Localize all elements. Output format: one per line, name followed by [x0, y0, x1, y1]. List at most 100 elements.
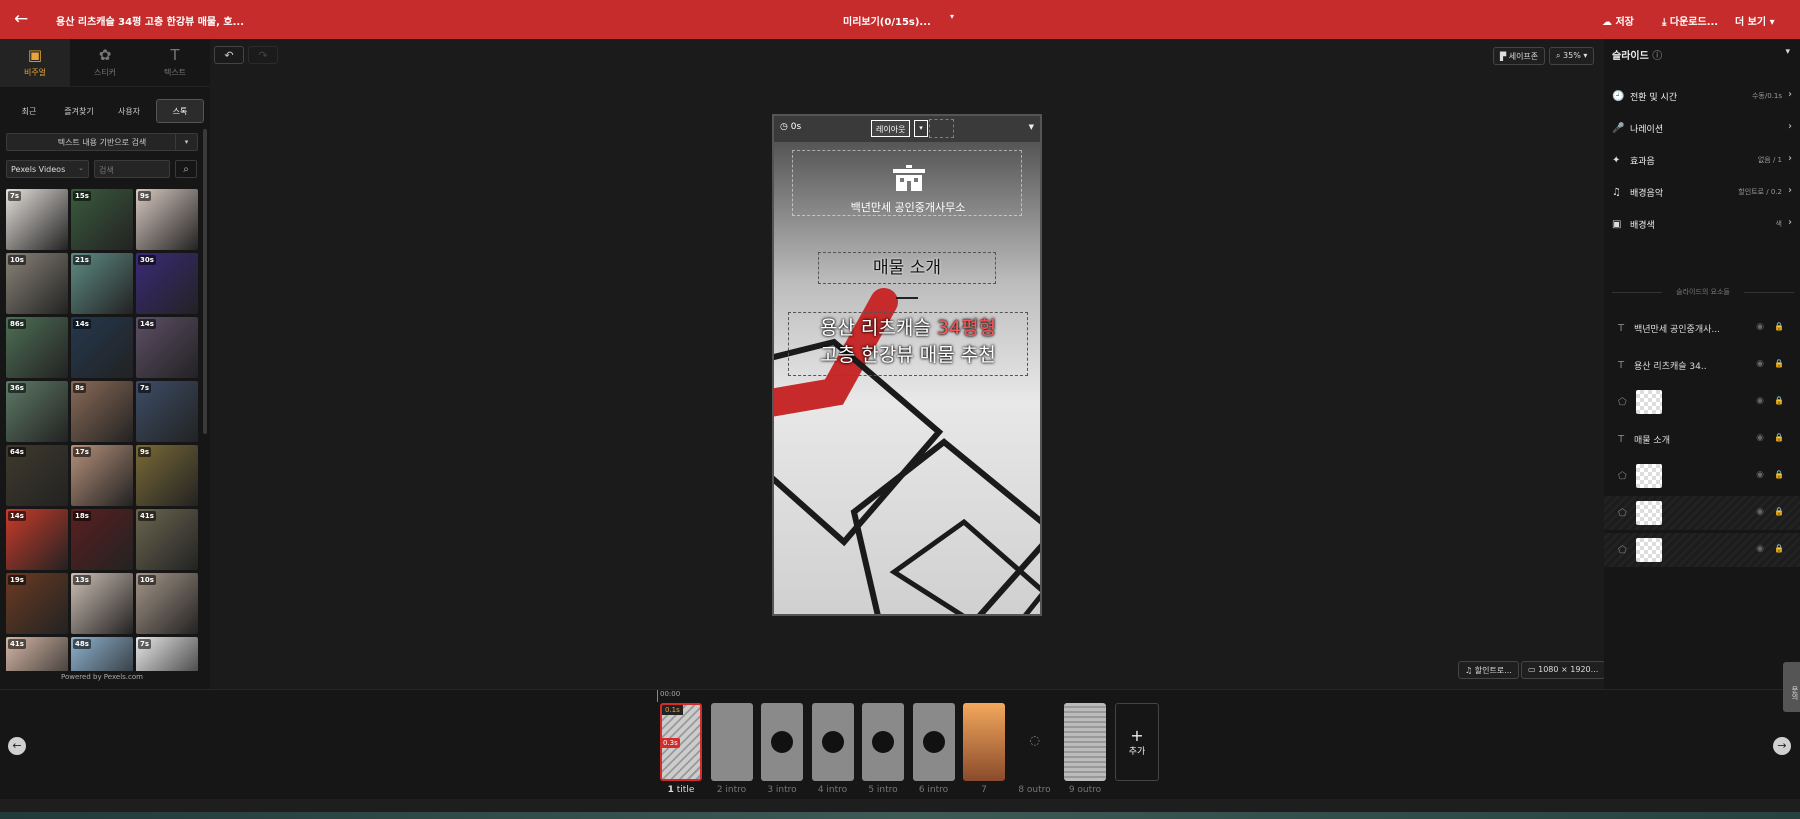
- element-row[interactable]: ⬠ ◉ 🔒: [1604, 459, 1800, 493]
- video-thumbnail[interactable]: 9s: [136, 445, 198, 506]
- subtab-recent[interactable]: 최근: [6, 99, 52, 123]
- eye-icon[interactable]: ◉: [1756, 322, 1764, 332]
- element-row[interactable]: T 용산 리츠캐슬 34.. ◉ 🔒: [1604, 348, 1800, 382]
- layout-button[interactable]: 레이아웃: [871, 120, 911, 137]
- lock-icon[interactable]: 🔒: [1774, 359, 1784, 368]
- help-icon[interactable]: ⓘ: [1652, 51, 1662, 62]
- slide-clip[interactable]: [761, 703, 803, 781]
- intro-text[interactable]: 매물 소개: [818, 252, 996, 284]
- video-thumbnail[interactable]: 64s: [6, 445, 68, 506]
- video-thumbnail[interactable]: 14s: [6, 509, 68, 570]
- slide-clip[interactable]: 0.1s 0.3s: [660, 703, 702, 781]
- scroll-right-icon[interactable]: →: [1773, 737, 1791, 755]
- chevron-down-icon[interactable]: ▾: [1785, 47, 1790, 57]
- add-slide-button[interactable]: + 추가: [1115, 703, 1159, 781]
- video-thumbnail[interactable]: 48s: [71, 637, 133, 671]
- video-thumbnail[interactable]: 17s: [71, 445, 133, 506]
- project-title[interactable]: 용산 리츠캐슬 34평 고층 한강뷰 매물, 호...: [56, 13, 244, 28]
- prop-row[interactable]: ▣ 배경색 색 ›: [1612, 213, 1794, 235]
- scroll-left-icon[interactable]: ←: [8, 737, 26, 755]
- lock-icon[interactable]: 🔒: [1774, 470, 1784, 479]
- prop-row[interactable]: 🕘 전환 및 시간 수동/0.1s ›: [1612, 85, 1794, 107]
- element-row[interactable]: ⬠ ◉ 🔒: [1604, 496, 1800, 530]
- video-thumbnail[interactable]: 15s: [71, 189, 133, 250]
- eye-icon[interactable]: ◉: [1756, 507, 1764, 517]
- subtab-favorites[interactable]: 즐겨찾기: [56, 99, 102, 123]
- eye-icon[interactable]: ◉: [1756, 433, 1764, 443]
- element-row[interactable]: T 매물 소개 ◉ 🔒: [1604, 422, 1800, 456]
- save-button[interactable]: ☁ 저장: [1602, 13, 1634, 28]
- provider-select[interactable]: Pexels Videos ⌄: [6, 160, 89, 178]
- lock-icon[interactable]: 🔒: [1774, 322, 1784, 331]
- video-thumbnail[interactable]: 7s: [136, 381, 198, 442]
- video-thumbnail[interactable]: 14s: [71, 317, 133, 378]
- video-thumbnail[interactable]: 41s: [136, 509, 198, 570]
- video-thumbnail[interactable]: 8s: [71, 381, 133, 442]
- prop-row[interactable]: 🎤 나레이션 ›: [1612, 117, 1794, 139]
- video-thumbnail[interactable]: 14s: [136, 317, 198, 378]
- divider-line[interactable]: [896, 297, 918, 299]
- element-row[interactable]: ⬠ ◉ 🔒: [1604, 533, 1800, 567]
- back-arrow-icon[interactable]: ←: [14, 9, 28, 29]
- canvas-size-chip[interactable]: ▭ 1080 × 1920...: [1521, 661, 1606, 679]
- element-row[interactable]: T 백년만세 공인중개사... ◉ 🔒: [1604, 311, 1800, 345]
- video-thumbnail[interactable]: 19s: [6, 573, 68, 634]
- video-thumbnail[interactable]: 41s: [6, 637, 68, 671]
- slide-clip[interactable]: [710, 703, 753, 781]
- subtab-stock[interactable]: 스톡: [156, 99, 204, 123]
- eye-icon[interactable]: ◉: [1756, 470, 1764, 480]
- more-button[interactable]: 더 보기 ▾: [1735, 13, 1775, 28]
- redo-button[interactable]: ↷: [248, 46, 278, 64]
- slide-clip[interactable]: [811, 703, 854, 781]
- search-input[interactable]: 검색: [94, 160, 170, 178]
- video-thumbnail[interactable]: 18s: [71, 509, 133, 570]
- layout-dropdown-icon[interactable]: ▾: [914, 120, 928, 137]
- video-thumbnail[interactable]: 7s: [6, 189, 68, 250]
- search-mode-select[interactable]: 텍스트 내용 기반으로 검색 ▾: [6, 133, 198, 151]
- safe-zone-button[interactable]: ▛ 세이프존: [1493, 47, 1546, 65]
- search-icon[interactable]: ⌕: [175, 160, 197, 178]
- video-thumbnail[interactable]: 10s: [136, 573, 198, 634]
- video-thumbnail[interactable]: 7s: [136, 637, 198, 671]
- office-logo-block[interactable]: 백년만세 공인중개사무소: [792, 150, 1022, 216]
- eye-icon[interactable]: ◉: [1756, 544, 1764, 554]
- video-thumbnail[interactable]: 13s: [71, 573, 133, 634]
- lock-icon[interactable]: 🔒: [1774, 507, 1784, 516]
- scrollbar[interactable]: [203, 129, 207, 434]
- video-thumbnail[interactable]: 86s: [6, 317, 68, 378]
- lock-icon[interactable]: 🔒: [1774, 396, 1784, 405]
- tab-visual[interactable]: ▣ 비주얼: [0, 39, 70, 86]
- video-thumbnail[interactable]: 36s: [6, 381, 68, 442]
- video-thumbnail[interactable]: 30s: [136, 253, 198, 314]
- slide-clip[interactable]: [963, 703, 1005, 781]
- headline-text[interactable]: 용산 리츠캐슬 34평형 고층 한강뷰 매물 추천: [788, 312, 1028, 376]
- playhead[interactable]: [657, 690, 658, 702]
- slide-clip[interactable]: [912, 703, 955, 781]
- slide-content[interactable]: 백년만세 공인중개사무소 매물 소개 용산 리츠캐슬 34평형 고층 한강뷰 매물…: [774, 142, 1040, 614]
- element-row[interactable]: ⬠ ◉ 🔒: [1604, 385, 1800, 419]
- tab-sticker[interactable]: ✿ 스티커: [70, 39, 140, 86]
- slide-canvas[interactable]: ◷ 0s 레이아웃 ▾ ▼ 백년만세 공인중개사무소 매물 소개 용산 리츠캐슬…: [772, 114, 1042, 616]
- lock-icon[interactable]: 🔒: [1774, 544, 1784, 553]
- slide-clip[interactable]: ◌: [1013, 703, 1056, 781]
- undo-button[interactable]: ↶: [214, 46, 244, 64]
- tab-text[interactable]: T 텍스트: [140, 39, 210, 86]
- eye-icon[interactable]: ◉: [1756, 359, 1764, 369]
- download-button[interactable]: ⤓ 다운로드...: [1662, 13, 1718, 28]
- subtab-user[interactable]: 사용자: [106, 99, 152, 123]
- preview-button[interactable]: 미리보기(0/15s)...: [843, 13, 931, 28]
- preview-dropdown-icon[interactable]: ▾: [950, 12, 954, 21]
- canvas-menu-icon[interactable]: ▼: [1029, 123, 1034, 131]
- video-thumbnail[interactable]: 21s: [71, 253, 133, 314]
- feedback-tab[interactable]: 문의: [1783, 662, 1800, 712]
- video-thumbnail[interactable]: 9s: [136, 189, 198, 250]
- prop-row[interactable]: ♫ 배경음악 할인트로 / 0.2 ›: [1612, 181, 1794, 203]
- eye-icon[interactable]: ◉: [1756, 396, 1764, 406]
- slide-clip[interactable]: [862, 703, 904, 781]
- zoom-select[interactable]: ⌕ 35% ▾: [1549, 47, 1595, 65]
- prop-row[interactable]: ✦ 효과음 없음 / 1 ›: [1612, 149, 1794, 171]
- slide-clip[interactable]: [1064, 703, 1106, 781]
- video-thumbnail[interactable]: 10s: [6, 253, 68, 314]
- lock-icon[interactable]: 🔒: [1774, 433, 1784, 442]
- music-chip[interactable]: ♫ 할인트로...: [1458, 661, 1519, 679]
